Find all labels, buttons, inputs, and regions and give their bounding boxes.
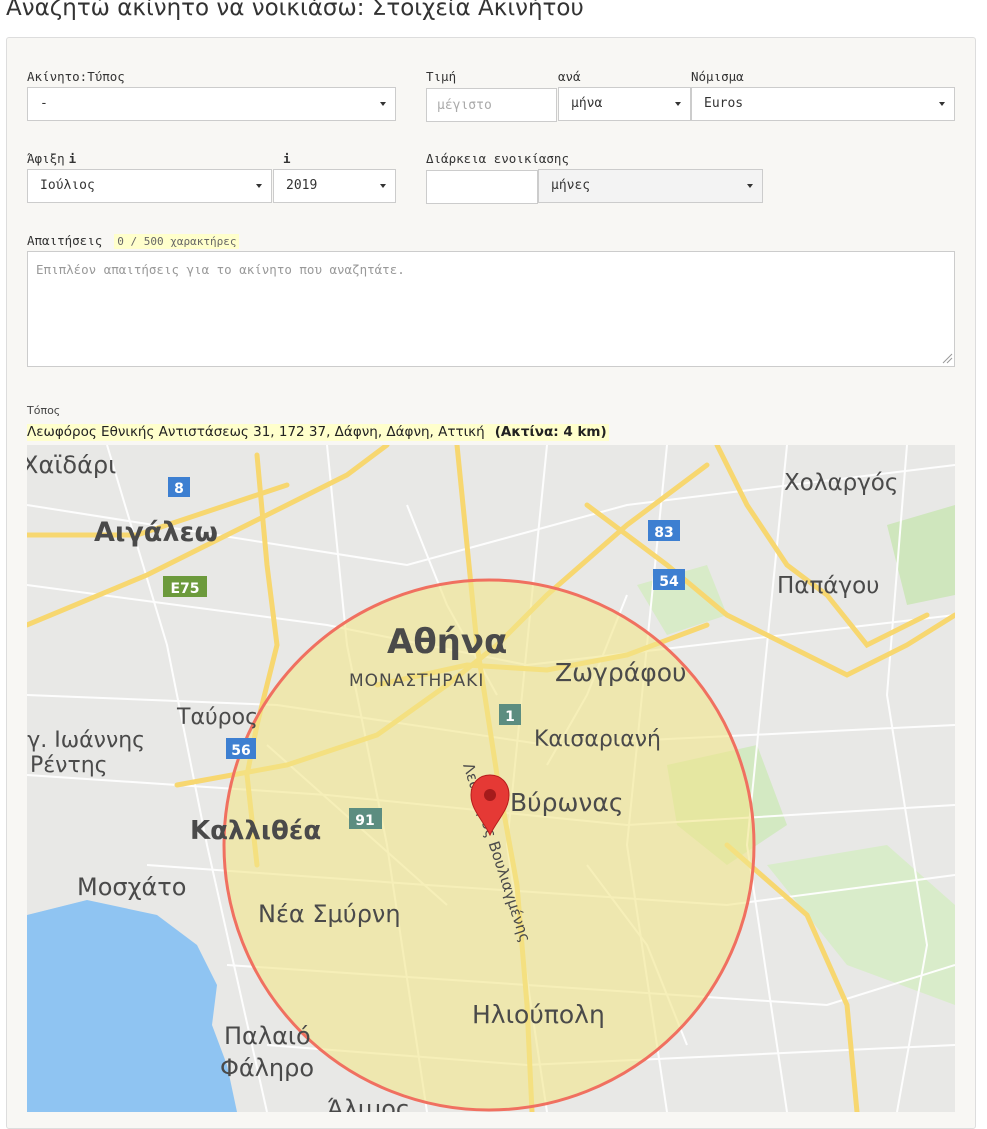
route-shield: 1 bbox=[505, 709, 515, 725]
place-label: Άλιμος bbox=[327, 1095, 410, 1112]
currency-value: Euros bbox=[704, 96, 744, 111]
place-label: Φάληρο bbox=[220, 1054, 314, 1082]
radius-value: (Ακτίνα: 4 km) bbox=[494, 424, 607, 440]
route-shield: 83 bbox=[654, 525, 673, 541]
per-period-select[interactable]: μήνα bbox=[558, 87, 691, 121]
route-shield: 56 bbox=[231, 743, 250, 759]
arrival-year-value: 2019 bbox=[286, 178, 318, 193]
property-type-select[interactable]: - bbox=[27, 87, 396, 121]
arrival-year-label: i bbox=[278, 151, 291, 166]
arrival-month-value: Ιούλιος bbox=[40, 178, 95, 193]
place-label: Καισαριανή bbox=[534, 727, 661, 752]
caret-down-icon bbox=[939, 102, 945, 106]
info-icon[interactable]: i bbox=[283, 151, 291, 166]
property-type-value: - bbox=[40, 96, 48, 111]
caret-down-icon bbox=[675, 102, 681, 106]
caret-down-icon bbox=[380, 184, 386, 188]
place-label: Χολαργός bbox=[784, 470, 898, 496]
caret-down-icon bbox=[256, 184, 262, 188]
char-counter: 0 / 500 χαρακτήρες bbox=[114, 234, 240, 249]
place-label: Άγ. Ιωάννης bbox=[27, 728, 145, 753]
map-canvas: Χαϊδάρι Αιγάλεω Χολαργός Παπάγου Αθήνα Μ… bbox=[27, 445, 955, 1112]
resize-grip-icon[interactable] bbox=[941, 352, 953, 364]
per-label: ανά bbox=[558, 69, 581, 84]
sea-area bbox=[27, 900, 237, 1112]
duration-label: Διάρκεια ενοικίασης bbox=[426, 151, 569, 166]
arrival-month-select[interactable]: Ιούλιος bbox=[27, 169, 272, 203]
place-label: Ρέντης bbox=[30, 753, 108, 778]
place-label: Βύρωνας bbox=[510, 788, 624, 817]
price-max-input[interactable] bbox=[426, 88, 557, 122]
place-label: Ταύρος bbox=[176, 705, 258, 730]
place-label: ΜΟΝΑΣΤΗΡΑΚΙ bbox=[349, 671, 484, 691]
caret-down-icon bbox=[747, 184, 753, 188]
place-label: Μοσχάτο bbox=[77, 873, 186, 901]
duration-unit-select[interactable]: μήνες bbox=[538, 169, 763, 203]
route-shield: 54 bbox=[659, 574, 679, 590]
info-icon[interactable]: i bbox=[69, 151, 77, 166]
place-label: Ζωγράφου bbox=[555, 658, 686, 687]
currency-label: Νόμισμα bbox=[691, 69, 744, 84]
route-shield: E75 bbox=[170, 581, 199, 597]
arrival-year-select[interactable]: 2019 bbox=[273, 169, 396, 203]
requirements-textarea[interactable] bbox=[27, 251, 955, 367]
property-type-label: Ακίνητο:Τύπος bbox=[27, 69, 125, 84]
per-period-value: μήνα bbox=[571, 96, 603, 111]
duration-unit-value: μήνες bbox=[551, 178, 591, 193]
arrival-label: Άφιξη i bbox=[27, 151, 77, 166]
place-label: Χαϊδάρι bbox=[27, 451, 116, 479]
location-address: Λεωφόρος Εθνικής Αντιστάσεως 31, 172 37,… bbox=[27, 424, 609, 441]
place-label: Παπάγου bbox=[777, 573, 879, 599]
duration-input[interactable] bbox=[426, 170, 538, 204]
place-label: Αιγάλεω bbox=[94, 517, 218, 548]
location-label: Τόπος bbox=[27, 404, 61, 417]
route-shield: 91 bbox=[355, 813, 374, 829]
caret-down-icon bbox=[380, 102, 386, 106]
place-label: Αθήνα bbox=[387, 622, 507, 662]
place-label: Ηλιούπολη bbox=[472, 1000, 605, 1029]
price-label: Τιμή bbox=[426, 69, 457, 84]
place-label: Καλλιθέα bbox=[190, 816, 321, 846]
route-shield: 8 bbox=[174, 481, 184, 497]
requirements-label: Απαιτήσεις 0 / 500 χαρακτήρες bbox=[27, 233, 240, 249]
place-label: Παλαιό bbox=[224, 1022, 311, 1050]
page-title: Αναζητώ ακίνητο να νοικιάσω: Στοιχεία Ακ… bbox=[6, 0, 584, 21]
place-label: Νέα Σμύρνη bbox=[258, 900, 401, 928]
currency-select[interactable]: Euros bbox=[691, 87, 955, 121]
map[interactable]: Χαϊδάρι Αιγάλεω Χολαργός Παπάγου Αθήνα Μ… bbox=[27, 445, 955, 1112]
